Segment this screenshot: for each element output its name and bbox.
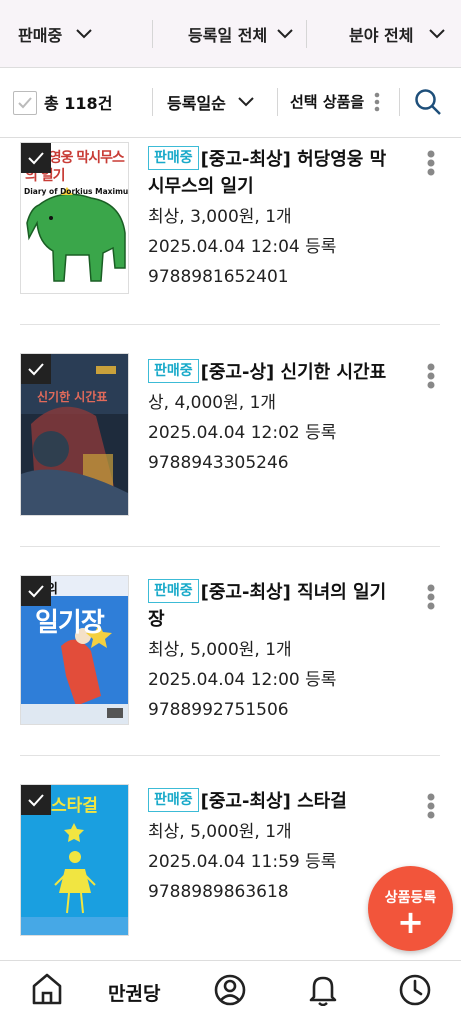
divider bbox=[152, 88, 153, 116]
more-vertical-icon bbox=[427, 363, 435, 389]
book-cover[interactable]: 허당영웅 막시무스의 일기 Diary of Dorkius Maximus bbox=[20, 142, 129, 294]
check-icon bbox=[18, 97, 32, 109]
item-menu-button[interactable] bbox=[427, 584, 435, 614]
search-icon bbox=[415, 89, 441, 115]
more-vertical-icon bbox=[427, 150, 435, 176]
book-cover-subtitle: Diary of Dorkius Maximus bbox=[24, 187, 129, 196]
product-title-line: 판매중 [중고-최상] 스타걸 bbox=[148, 788, 388, 815]
item-divider bbox=[20, 546, 440, 547]
item-checkbox[interactable] bbox=[21, 354, 51, 384]
product-title: [중고-최상] 스타걸 bbox=[200, 791, 347, 812]
item-menu-button[interactable] bbox=[427, 363, 435, 393]
status-badge: 판매중 bbox=[148, 146, 199, 170]
product-condition-price: 최상, 3,000원, 1개 bbox=[148, 207, 292, 227]
divider bbox=[152, 20, 153, 48]
nav-profile[interactable] bbox=[214, 972, 246, 1010]
user-icon bbox=[214, 974, 246, 1006]
book-cover-title: 스타걸 bbox=[51, 796, 98, 816]
divider bbox=[277, 88, 278, 116]
check-icon bbox=[28, 152, 44, 165]
chevron-down-icon bbox=[277, 29, 293, 39]
product-title-line: 판매중 [중고-최상] 직녀의 일기장 bbox=[148, 579, 388, 633]
item-checkbox[interactable] bbox=[21, 143, 51, 173]
product-title-line: 판매중 [중고-상] 신기한 시간표 bbox=[148, 359, 388, 386]
product-title: [중고-상] 신기한 시간표 bbox=[200, 362, 387, 383]
book-cover[interactable]: 신기한 시간표 bbox=[20, 353, 129, 516]
product-info[interactable]: 판매중 [중고-최상] 직녀의 일기장 최상, 5,000원, 1개 2025.0… bbox=[148, 579, 388, 725]
product-isbn: 9788981652401 bbox=[148, 267, 289, 287]
chevron-down-icon bbox=[76, 29, 92, 39]
more-vertical-icon bbox=[427, 793, 435, 819]
status-filter[interactable]: 판매중 bbox=[18, 0, 92, 68]
total-count: 총 118건 bbox=[44, 94, 113, 113]
nav-store-label[interactable]: 만권당 bbox=[108, 979, 160, 1006]
chevron-down-icon bbox=[429, 29, 446, 39]
book-cover-title: 일기장 bbox=[35, 608, 105, 638]
select-all-checkbox[interactable] bbox=[13, 91, 37, 115]
home-icon bbox=[32, 973, 62, 1005]
product-list: 허당영웅 막시무스의 일기 Diary of Dorkius Maximus 판… bbox=[0, 138, 461, 960]
status-badge: 판매중 bbox=[148, 788, 199, 812]
more-vertical-icon bbox=[374, 92, 380, 111]
item-checkbox[interactable] bbox=[21, 576, 51, 606]
item-divider bbox=[20, 755, 440, 756]
item-checkbox[interactable] bbox=[21, 785, 51, 815]
nav-history[interactable] bbox=[399, 972, 431, 1010]
product-isbn: 9788992751506 bbox=[148, 700, 289, 720]
nav-notifications[interactable] bbox=[307, 972, 339, 1010]
divider bbox=[306, 20, 307, 48]
date-filter[interactable]: 등록일 전체 bbox=[188, 0, 293, 68]
product-date: 2025.04.04 12:02 등록 bbox=[148, 423, 337, 443]
category-filter[interactable]: 분야 전체 bbox=[349, 0, 446, 68]
more-vertical-icon bbox=[427, 584, 435, 610]
status-badge: 판매중 bbox=[148, 579, 199, 603]
date-filter-label: 등록일 전체 bbox=[188, 26, 268, 45]
product-condition-price: 최상, 5,000원, 1개 bbox=[148, 640, 292, 660]
product-info[interactable]: 판매중 [중고-최상] 허당영웅 막시무스의 일기 최상, 3,000원, 1개 … bbox=[148, 146, 388, 292]
product-info[interactable]: 판매중 [중고-상] 신기한 시간표 상, 4,000원, 1개 2025.04.… bbox=[148, 359, 388, 478]
status-filter-label: 판매중 bbox=[18, 26, 63, 45]
product-date: 2025.04.04 12:04 등록 bbox=[148, 237, 337, 257]
bulk-action-menu[interactable]: 선택 상품을 bbox=[290, 91, 380, 112]
product-isbn: 9788989863618 bbox=[148, 882, 289, 902]
item-menu-button[interactable] bbox=[427, 793, 435, 823]
sort-label: 등록일순 bbox=[167, 94, 226, 113]
product-isbn: 9788943305246 bbox=[148, 453, 289, 473]
chevron-down-icon bbox=[238, 97, 254, 107]
item-divider bbox=[20, 324, 440, 325]
search-button[interactable] bbox=[414, 88, 442, 120]
book-cover[interactable]: 스타걸 bbox=[20, 784, 129, 936]
clock-icon bbox=[399, 974, 431, 1006]
product-date: 2025.04.04 11:59 등록 bbox=[148, 852, 337, 872]
product-info[interactable]: 판매중 [중고-최상] 스타걸 최상, 5,000원, 1개 2025.04.04… bbox=[148, 788, 388, 907]
product-title-line: 판매중 [중고-최상] 허당영웅 막시무스의 일기 bbox=[148, 146, 388, 200]
bell-icon bbox=[309, 976, 337, 1007]
check-icon bbox=[28, 794, 44, 807]
item-menu-button[interactable] bbox=[427, 150, 435, 180]
check-icon bbox=[28, 363, 44, 376]
category-filter-label: 분야 전체 bbox=[349, 26, 414, 45]
book-cover[interactable]: 의 일기장 bbox=[20, 575, 129, 725]
bulk-action-label: 선택 상품을 bbox=[290, 93, 365, 111]
sort-dropdown[interactable]: 등록일순 bbox=[167, 90, 254, 114]
book-cover-title: 신기한 시간표 bbox=[37, 390, 108, 404]
plus-icon: + bbox=[397, 903, 424, 941]
divider bbox=[399, 88, 400, 116]
nav-home[interactable] bbox=[31, 972, 63, 1010]
status-badge: 판매중 bbox=[148, 359, 199, 383]
product-condition-price: 상, 4,000원, 1개 bbox=[148, 393, 277, 413]
product-condition-price: 최상, 5,000원, 1개 bbox=[148, 822, 292, 842]
product-date: 2025.04.04 12:00 등록 bbox=[148, 670, 337, 690]
check-icon bbox=[28, 585, 44, 598]
register-product-button[interactable]: 상품등록 + bbox=[368, 866, 453, 951]
